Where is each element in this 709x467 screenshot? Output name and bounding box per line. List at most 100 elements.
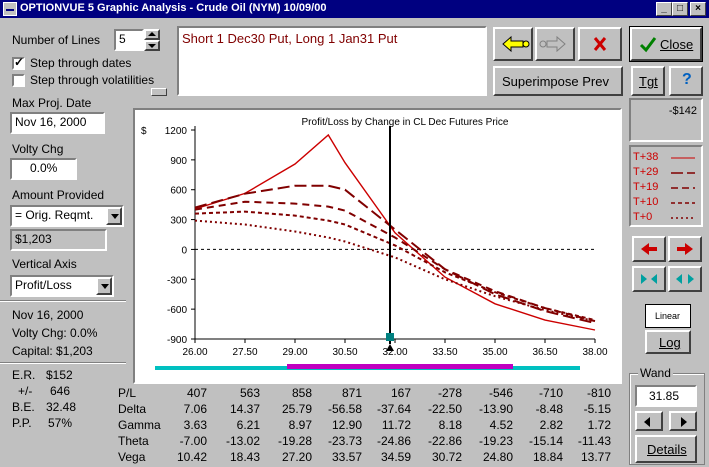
- app-icon[interactable]: [3, 2, 17, 16]
- chart-frame[interactable]: Profit/Loss by Change in CL Dec Futures …: [133, 108, 622, 384]
- x-tick-label: 27.50: [232, 347, 257, 358]
- table-cell: -13.02: [225, 434, 260, 448]
- volty-chg-label: Volty Chg: [12, 142, 64, 156]
- chart-title: Profit/Loss by Change in CL Dec Futures …: [302, 117, 509, 128]
- table-cell: -810: [586, 386, 611, 400]
- greeks-table: P/L 407 563 858 871 167 -278 -546 -710 -810 Delta 7…: [0, 386, 625, 466]
- log-button[interactable]: Log: [645, 330, 691, 354]
- series-line-tplus29: [194, 184, 596, 325]
- compress-icon: [641, 274, 657, 284]
- x-tick-label: 29.00: [282, 347, 307, 358]
- maximize-button[interactable]: □: [672, 2, 688, 16]
- table-row-label: P/L: [118, 386, 137, 400]
- vertical-axis-select[interactable]: Profit/Loss: [10, 275, 114, 297]
- wand-marker: [386, 333, 394, 341]
- next-button[interactable]: [535, 27, 575, 61]
- step-dates-checkbox[interactable]: [12, 55, 25, 70]
- table-cell: 563: [239, 386, 260, 400]
- x-tick-label: 38.00: [582, 347, 607, 358]
- chart-legend: T+38 T+29 T+19 T+10 T+0: [629, 145, 703, 227]
- y-tick-label: -300: [167, 275, 187, 286]
- x-tick-label: 33.50: [432, 347, 457, 358]
- table-cell: 3.63: [183, 418, 207, 432]
- title-bar: OPTIONVUE 5 Graphic Analysis - Crude Oil…: [0, 0, 709, 18]
- max-proj-date-label: Max Proj. Date: [12, 96, 92, 110]
- spin-up-button[interactable]: [144, 29, 160, 40]
- table-cell: 7.06: [183, 402, 207, 416]
- expand-icon: [676, 274, 694, 284]
- linear-button[interactable]: Linear: [645, 304, 691, 328]
- chevron-left-icon: [644, 417, 650, 427]
- resize-handle[interactable]: [151, 88, 167, 96]
- previous-button[interactable]: [493, 27, 533, 61]
- legend-swatch: [671, 202, 695, 204]
- window-title: OPTIONVUE 5 Graphic Analysis - Crude Oil…: [20, 2, 327, 14]
- number-of-lines-input[interactable]: 5: [114, 29, 144, 51]
- pl-chart[interactable]: Profit/Loss by Change in CL Dec Futures …: [135, 110, 620, 382]
- series-line-tplus0: [194, 219, 596, 323]
- delete-button[interactable]: [578, 27, 622, 61]
- expand-button[interactable]: [668, 266, 702, 292]
- help-button[interactable]: ?: [669, 66, 703, 96]
- close-icon: [593, 37, 607, 51]
- y-tick-label: 1200: [165, 126, 188, 137]
- volty-chg-input[interactable]: 0.0%: [10, 158, 77, 180]
- series-line-tplus38: [194, 133, 596, 331]
- close-window-button[interactable]: ×: [690, 2, 706, 16]
- close-button-frame: Close: [629, 26, 703, 62]
- vertical-axis-label: Vertical Axis: [12, 257, 77, 271]
- check-icon: [639, 37, 657, 53]
- spin-down-button[interactable]: [144, 40, 160, 51]
- tgt-button[interactable]: Tgt: [631, 66, 665, 96]
- legend-label: T+29: [633, 166, 659, 178]
- amount-provided-select[interactable]: = Orig. Reqmt.: [10, 205, 124, 227]
- table-cell: -7.00: [179, 434, 207, 448]
- legend-label: T+10: [633, 196, 659, 208]
- step-volatilities-checkbox[interactable]: [12, 74, 25, 87]
- info-capital: Capital: $1,203: [12, 344, 93, 358]
- divider: [0, 301, 126, 302]
- chevron-down-icon[interactable]: [96, 277, 112, 295]
- x-tick-label: 35.00: [482, 347, 507, 358]
- details-button[interactable]: Details: [635, 435, 697, 463]
- legend-item: T+29: [631, 166, 701, 180]
- wand-right-button[interactable]: [669, 411, 697, 431]
- legend-item: T+38: [631, 151, 701, 165]
- table-cell: 10.42: [176, 450, 207, 464]
- y-tick-label: 600: [170, 186, 187, 197]
- y-tick-label: 0: [181, 245, 187, 256]
- number-of-lines-label: Number of Lines: [12, 33, 101, 47]
- table-row-label: Theta: [118, 434, 149, 448]
- wand-input[interactable]: 31.85: [635, 385, 697, 407]
- y-tick-label: 900: [170, 156, 187, 167]
- amount-readout: $1,203: [10, 229, 107, 251]
- y-axis-label: $: [141, 126, 147, 137]
- compress-button[interactable]: [632, 266, 666, 292]
- superimpose-prev-button[interactable]: Superimpose Prev: [493, 66, 623, 96]
- y-tick-label: -900: [167, 335, 187, 346]
- legend-item: T+0: [631, 211, 701, 225]
- shift-left-button[interactable]: [632, 236, 666, 262]
- y-tick-label: -600: [167, 305, 187, 316]
- series-line-tplus19: [194, 200, 596, 323]
- legend-label: T+19: [633, 181, 659, 193]
- max-proj-date-input[interactable]: Nov 16, 2000: [10, 112, 105, 134]
- x-tick-label: 32.00: [382, 347, 407, 358]
- wand-left-button[interactable]: [635, 411, 663, 431]
- position-description[interactable]: Short 1 Dec30 Put, Long 1 Jan31 Put: [177, 26, 487, 96]
- x-tick-label: 30.50: [332, 347, 357, 358]
- wand-label: Wand: [638, 366, 673, 380]
- table-cell: -5.15: [583, 402, 611, 416]
- legend-swatch: [671, 157, 695, 159]
- pl-readout: -$142: [629, 98, 703, 142]
- arrow-left-icon: [502, 35, 530, 53]
- shift-right-button[interactable]: [668, 236, 702, 262]
- y-tick-label: 300: [170, 216, 187, 227]
- close-button[interactable]: Close: [630, 27, 702, 61]
- info-date: Nov 16, 2000: [12, 308, 84, 322]
- x-tick-label: 36.50: [532, 347, 557, 358]
- legend-swatch: [671, 172, 695, 174]
- er-value: $152: [46, 368, 73, 382]
- chevron-down-icon[interactable]: [106, 207, 122, 225]
- minimize-button[interactable]: _: [656, 2, 672, 16]
